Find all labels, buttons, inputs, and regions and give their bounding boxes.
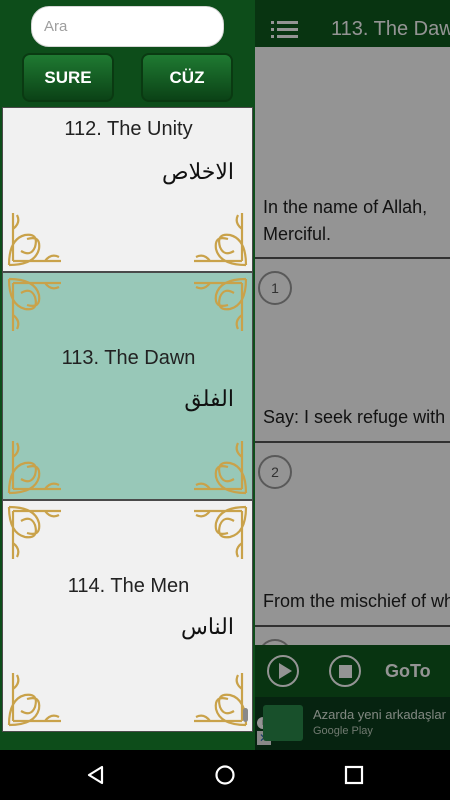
ornament-corner (7, 441, 61, 495)
surah-arabic-name: الناس (180, 615, 234, 640)
system-nav-bar (0, 750, 450, 800)
home-icon[interactable] (213, 763, 237, 787)
surah-list[interactable]: 112. The Unity الاخلاص 113. The Dawn الف… (2, 107, 253, 732)
surah-item-113[interactable]: 113. The Dawn الفلق (2, 272, 253, 500)
search-input[interactable] (31, 6, 224, 47)
surah-item-114[interactable]: 114. The Men الناس (2, 500, 253, 732)
ornament-corner (194, 441, 248, 495)
tab-cuz[interactable]: CÜZ (141, 53, 233, 102)
ornament-corner (194, 277, 248, 331)
ornament-corner (194, 213, 248, 267)
surah-name: 112. The Unity (64, 118, 193, 140)
ornament-corner (7, 673, 61, 727)
surah-arabic-name: الاخلاص (162, 160, 234, 185)
surah-name: 114. The Men (67, 575, 190, 597)
surah-name: 113. The Dawn (61, 347, 196, 369)
surah-arabic-name: الفلق (184, 387, 234, 412)
list-scrollbar[interactable] (243, 708, 248, 722)
surah-item-112[interactable]: 112. The Unity الاخلاص (2, 107, 253, 272)
ornament-corner (194, 505, 248, 559)
tab-sure[interactable]: SURE (22, 53, 114, 102)
navigation-drawer: SURE CÜZ 112. The Unity الاخلاص 113. The… (0, 0, 255, 750)
back-icon[interactable] (84, 763, 108, 787)
ornament-corner (194, 673, 248, 727)
recents-icon[interactable] (342, 763, 366, 787)
ornament-corner (7, 213, 61, 267)
ornament-corner (7, 505, 61, 559)
ornament-corner (7, 277, 61, 331)
